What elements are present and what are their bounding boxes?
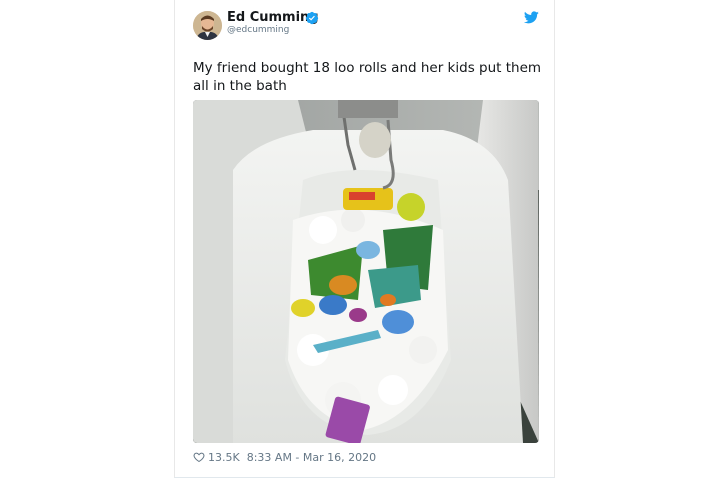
heart-icon[interactable] (193, 451, 205, 463)
tweet-text: My friend bought 18 loo rolls and her ki… (193, 60, 542, 94)
tweet-timestamp[interactable]: 8:33 AM - Mar 16, 2020 (247, 451, 376, 464)
twitter-bird-icon[interactable] (524, 11, 539, 24)
avatar[interactable] (193, 11, 222, 40)
author-handle[interactable]: @edcumming (227, 25, 289, 35)
page: Ed Cumming @edcumming My friend bought 1… (0, 0, 728, 485)
like-count[interactable]: 13.5K (208, 451, 240, 464)
tweet-photo[interactable] (193, 100, 539, 443)
tweet-card[interactable]: Ed Cumming @edcumming My friend bought 1… (174, 0, 555, 478)
tweet-meta: 13.5K 8:33 AM - Mar 16, 2020 (193, 450, 376, 464)
verified-badge-icon (305, 11, 319, 25)
